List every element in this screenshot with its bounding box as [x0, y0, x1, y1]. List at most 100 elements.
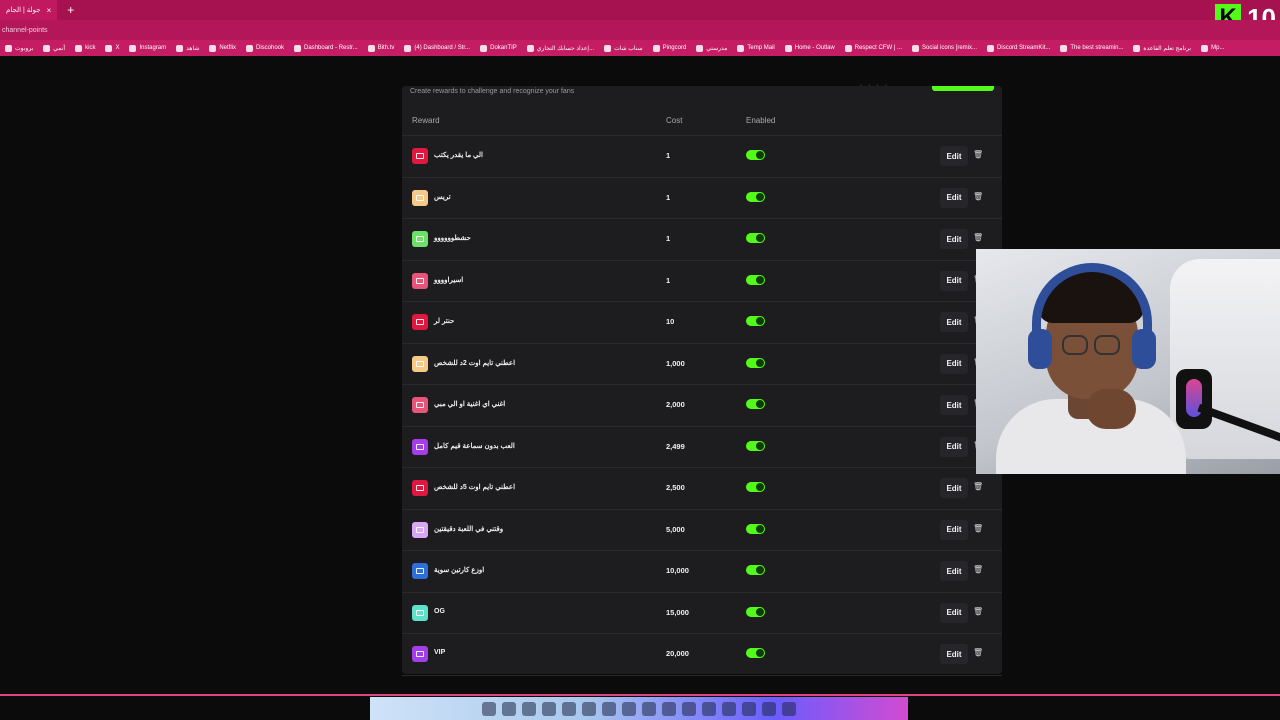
reward-enabled-toggle[interactable]	[746, 606, 765, 617]
edit-reward-button[interactable]: Edit	[940, 395, 968, 415]
trash-icon[interactable]: 🗑	[973, 565, 983, 574]
bookmark-favicon-icon	[784, 44, 792, 52]
tab-close-icon[interactable]: ×	[47, 6, 52, 15]
app-r-icon[interactable]	[582, 701, 596, 716]
bookmark-item[interactable]: Mp...	[1196, 44, 1229, 52]
bookmark-item[interactable]: Dashboard - Restr...	[289, 44, 363, 52]
reward-enabled-toggle[interactable]	[746, 523, 765, 534]
bookmark-item[interactable]: kick	[70, 44, 100, 52]
start-icon[interactable]	[482, 701, 496, 716]
reward-enabled-toggle[interactable]	[746, 191, 765, 202]
reward-ticket-icon	[416, 153, 424, 159]
reward-enabled-toggle[interactable]	[746, 648, 765, 658]
new-tab-button[interactable]: +	[67, 3, 74, 17]
bookmark-label: بروبوت	[15, 45, 34, 52]
bookmark-item[interactable]: Discord StreamKit...	[982, 44, 1055, 52]
reward-enabled-toggle[interactable]	[746, 150, 765, 160]
reward-title: تريس	[434, 193, 451, 201]
reward-icon	[412, 521, 428, 538]
bookmark-item[interactable]: سناب شات	[599, 44, 648, 52]
trash-icon[interactable]: 🗑	[973, 233, 983, 242]
reward-enabled-toggle[interactable]	[746, 274, 765, 285]
edit-reward-button[interactable]: Edit	[940, 436, 968, 457]
trash-icon[interactable]: 🗑	[973, 192, 983, 201]
app-icon[interactable]	[622, 701, 636, 716]
notes-icon[interactable]	[782, 701, 796, 716]
reward-ticket-icon	[416, 360, 424, 367]
reward-enabled-toggle[interactable]	[746, 233, 765, 243]
edge-icon[interactable]	[762, 701, 776, 716]
discord-icon[interactable]	[682, 701, 696, 716]
address-bar[interactable]: channel-points	[0, 20, 1280, 40]
reward-enabled-toggle[interactable]	[746, 482, 765, 492]
bookmark-item[interactable]: Pingcord	[648, 44, 692, 52]
trash-icon[interactable]: 🗑	[973, 482, 983, 491]
reward-enabled-toggle[interactable]	[746, 440, 765, 451]
steam-icon[interactable]	[702, 701, 716, 716]
edit-reward-button[interactable]: Edit	[940, 602, 968, 623]
bookmark-item[interactable]: إعداد حسابك التجاري...	[522, 44, 599, 52]
reward-enabled-toggle[interactable]	[746, 316, 765, 326]
reward-cost: 1	[666, 151, 671, 160]
edit-reward-button[interactable]: Edit	[940, 187, 968, 208]
bookmark-item[interactable]: بروبوت	[0, 44, 38, 52]
reward-row: اعطني تايم اوت 2د للشخص1,000Edit🗑	[402, 344, 1002, 385]
bookmark-item[interactable]: Bith.tv	[363, 44, 400, 52]
panel-controls[interactable]: · · · ·	[860, 82, 889, 89]
edit-reward-button[interactable]: Edit	[940, 353, 968, 374]
bookmark-item[interactable]: X	[100, 44, 124, 52]
edit-reward-button[interactable]: Edit	[940, 478, 968, 498]
bookmark-item[interactable]: Temp Mail	[732, 44, 779, 52]
store-icon[interactable]	[662, 701, 676, 716]
edit-reward-button[interactable]: Edit	[940, 644, 968, 664]
trash-icon[interactable]: 🗑	[973, 150, 983, 159]
files-icon[interactable]	[542, 701, 556, 716]
reward-title: اوزع كارتين سوية	[434, 567, 485, 574]
app-a-icon[interactable]	[562, 701, 576, 716]
reward-ticket-icon	[416, 526, 424, 533]
code-icon[interactable]	[602, 701, 616, 716]
bookmark-item[interactable]: مدرستي	[691, 44, 732, 52]
search-icon[interactable]	[502, 701, 516, 716]
bookmark-item[interactable]: The best streamin...	[1055, 44, 1128, 52]
bookmark-item[interactable]: Discohook	[241, 44, 289, 52]
toggle-knob	[756, 524, 764, 533]
bookmark-favicon-icon	[844, 44, 852, 52]
calendar-icon[interactable]	[722, 701, 736, 716]
toggle-knob	[756, 607, 764, 616]
bookmark-item[interactable]: Netflix	[204, 44, 241, 52]
edit-reward-button[interactable]: Edit	[940, 519, 968, 540]
settings-icon[interactable]	[642, 701, 656, 716]
trash-icon[interactable]: 🗑	[973, 648, 983, 657]
toggle-knob	[756, 275, 764, 284]
bookmark-item[interactable]: شاهد	[171, 44, 204, 52]
bookmark-item[interactable]: Respect CFW | ...	[840, 44, 907, 52]
reward-enabled-toggle[interactable]	[746, 357, 765, 368]
bookmark-item[interactable]: DokanTIP	[475, 44, 522, 52]
taskview-icon[interactable]	[522, 701, 536, 716]
create-reward-button[interactable]	[932, 86, 994, 91]
bookmark-label: سناب شات	[614, 45, 643, 52]
trash-icon[interactable]: 🗑	[973, 607, 983, 616]
edit-reward-button[interactable]: Edit	[940, 229, 968, 249]
folder-icon[interactable]	[742, 701, 756, 716]
bookmark-item[interactable]: Instagram	[124, 44, 171, 52]
bookmark-item[interactable]: برنامج تعلم القاعدة	[1128, 44, 1196, 52]
bookmark-item[interactable]: Home - Outlaw	[780, 44, 840, 52]
edit-reward-button[interactable]: Edit	[940, 270, 968, 291]
edit-reward-button[interactable]: Edit	[940, 146, 968, 166]
bookmark-favicon-icon	[696, 44, 704, 52]
edit-reward-button[interactable]: Edit	[940, 312, 968, 332]
edit-reward-button[interactable]: Edit	[940, 561, 968, 581]
bookmark-item[interactable]: (4) Dashboard / Str...	[399, 44, 475, 52]
address-url[interactable]: channel-points	[2, 27, 48, 34]
toggle-knob	[756, 483, 764, 491]
reward-enabled-toggle[interactable]	[746, 565, 765, 575]
reward-enabled-toggle[interactable]	[746, 399, 765, 409]
reward-icon	[412, 646, 428, 662]
bookmark-item[interactable]: Social icons [remix...	[907, 44, 982, 52]
trash-icon[interactable]: 🗑	[973, 524, 983, 533]
browser-tab[interactable]: جولة | الجام ×	[0, 0, 58, 20]
bookmark-label: Netflix	[219, 45, 236, 51]
bookmark-item[interactable]: أنمي	[38, 44, 70, 52]
